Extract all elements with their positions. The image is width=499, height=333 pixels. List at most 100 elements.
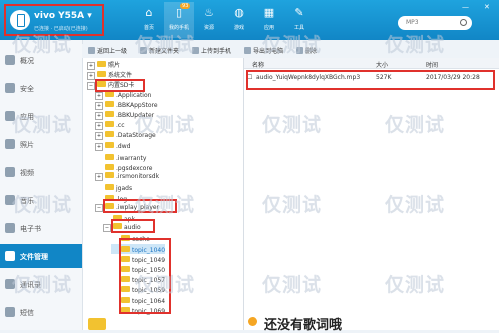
sidebar-item-9[interactable]: 短信	[0, 300, 82, 324]
home-icon: ⌂	[145, 6, 153, 19]
watermark-text: 仅测试	[135, 194, 196, 216]
file-list-header: 名称 大小 时间	[244, 58, 499, 69]
tree-node[interactable]: + .dwd	[95, 141, 131, 152]
col-size[interactable]: 大小	[376, 60, 388, 69]
watermark-text: 仅测试	[12, 274, 73, 296]
phone-icon	[10, 10, 30, 30]
tree-node[interactable]: .pgsdexcore	[95, 162, 153, 172]
sidebar-item-7[interactable]: 文件管理	[0, 244, 82, 268]
watermark-text: 仅测试	[262, 194, 323, 216]
tree-node[interactable]: + .irsmonitorsdk	[95, 172, 159, 182]
highlight-audio-folder	[111, 219, 155, 233]
tree-node[interactable]: + .Application	[95, 90, 152, 101]
device-name: vivo Y55A ▾	[34, 11, 92, 21]
export-icon	[244, 47, 251, 54]
close-button[interactable]: ✕	[484, 3, 490, 11]
expand-toggle[interactable]: −	[87, 82, 95, 91]
tree-node-label: .dwd	[116, 142, 131, 150]
folder-icon	[105, 121, 114, 128]
sidebar-item-1[interactable]: 安全	[0, 76, 82, 100]
folder-icon	[105, 184, 114, 191]
folder-icon	[105, 111, 114, 117]
folder-icon	[97, 71, 106, 78]
highlight-sdcard	[95, 79, 145, 92]
photo-icon	[5, 139, 15, 149]
expand-toggle[interactable]: +	[95, 173, 103, 182]
minimize-button[interactable]: —	[462, 3, 469, 11]
up-level-button[interactable]: 返回上一级	[88, 46, 127, 56]
upload-label: 上传到手机	[201, 48, 232, 55]
topnav-label: 游戏	[233, 25, 244, 31]
tree-node-label: jgads	[116, 185, 133, 193]
sidebar-item-label: 视频	[20, 169, 34, 177]
sidebar-item-6[interactable]: 电子书	[0, 216, 82, 240]
tree-node[interactable]: + .cc	[95, 121, 125, 131]
watermark-text: 仅测试	[385, 274, 446, 296]
folder-icon	[105, 172, 114, 179]
col-time[interactable]: 时间	[426, 60, 438, 69]
expand-toggle[interactable]: +	[95, 91, 103, 100]
folder-icon	[97, 61, 106, 67]
watermark-text: 仅测试	[135, 274, 196, 296]
folder-icon	[105, 153, 114, 160]
tree-node-label: 照片	[108, 62, 121, 69]
notification-badge: 93	[180, 3, 191, 9]
wrench-icon: ✎	[294, 6, 304, 19]
topnav-item-2[interactable]: ♨ 资源	[194, 2, 224, 38]
expand-toggle[interactable]: +	[95, 142, 103, 151]
grid-icon: ▦	[263, 6, 275, 19]
folder-icon	[105, 100, 114, 107]
tree-node[interactable]: + 照片	[87, 60, 120, 70]
sidebar-item-label: 文件管理	[20, 253, 48, 261]
tree-node-label: .irsmonitorsdk	[116, 173, 160, 181]
expand-toggle[interactable]: +	[95, 112, 103, 120]
watermark-text: 仅测试	[135, 114, 196, 136]
expand-toggle[interactable]: +	[87, 72, 95, 81]
expand-toggle[interactable]: +	[95, 101, 103, 110]
video-icon	[5, 167, 15, 177]
expand-toggle[interactable]: +	[95, 132, 103, 141]
watermark-text: 仅测试	[12, 194, 73, 216]
lyrics-banner: 还没有歌词哦	[244, 312, 499, 333]
sidebar-item-label: 照片	[20, 141, 34, 149]
upload-button[interactable]: 上传到手机	[192, 46, 231, 56]
expand-toggle[interactable]: +	[95, 122, 103, 131]
music-note-icon	[248, 317, 257, 326]
tree-node-label: .Application	[116, 91, 152, 99]
search-input[interactable]	[406, 19, 460, 26]
tree-node-label: .BBKAppStore	[116, 101, 158, 109]
search-box[interactable]	[398, 16, 472, 30]
folder-icon	[105, 131, 114, 138]
arrow-up-icon	[88, 47, 95, 54]
watermark-text: 仅测试	[135, 34, 196, 56]
folder-icon	[105, 164, 114, 170]
sidebar-item-label: 概况	[20, 57, 34, 65]
sidebar-item-4[interactable]: 视频	[0, 160, 82, 184]
col-name[interactable]: 名称	[252, 60, 264, 69]
tree-node[interactable]: .iwarranty	[95, 152, 146, 162]
folder-icon	[88, 318, 106, 330]
search-icon[interactable]	[460, 19, 467, 26]
folder-icon	[5, 251, 15, 261]
watermark-text: 仅测试	[262, 114, 323, 136]
sidebar-item-label: 短信	[20, 309, 34, 317]
topnav-item-3[interactable]: ◍ 游戏	[224, 2, 254, 38]
device-name-text: vivo Y55A	[34, 11, 85, 21]
watermark-text: 仅测试	[262, 34, 323, 56]
watermark-text: 仅测试	[262, 274, 323, 296]
expand-toggle[interactable]: +	[87, 62, 95, 70]
shield-icon	[5, 83, 15, 93]
watermark-text: 仅测试	[385, 114, 446, 136]
folder-icon	[105, 141, 114, 148]
flame-icon: ♨	[204, 6, 214, 19]
banner-text: 还没有歌词哦	[264, 318, 343, 333]
topnav-label: 资源	[203, 25, 214, 31]
sidebar-item-label: 安全	[20, 85, 34, 93]
watermark-text: 仅测试	[12, 34, 73, 56]
tree-node[interactable]: jgads	[95, 182, 132, 192]
expand-toggle[interactable]: −	[103, 224, 111, 233]
gamepad-icon: ◍	[234, 6, 244, 19]
watermark-text: 仅测试	[385, 34, 446, 56]
expand-toggle[interactable]: −	[95, 203, 103, 212]
sidebar-item-label: 电子书	[20, 225, 41, 233]
